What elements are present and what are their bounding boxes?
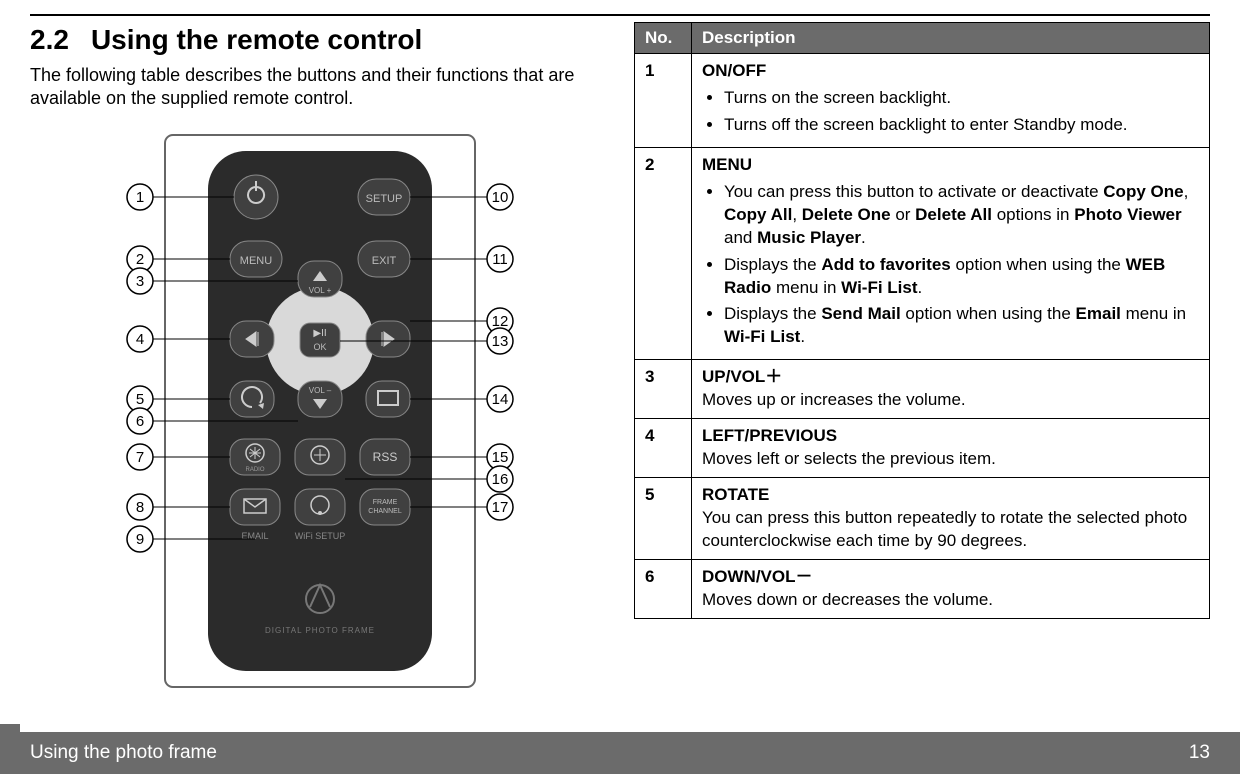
right-column: No. Description 1ON/OFFTurns on the scre…	[634, 22, 1210, 714]
left-column: 2.2 Using the remote control The followin…	[30, 22, 610, 714]
svg-text:2: 2	[136, 251, 144, 268]
description-table: No. Description 1ON/OFFTurns on the scre…	[634, 22, 1210, 619]
svg-text:3: 3	[136, 273, 144, 290]
svg-text:CHANNEL: CHANNEL	[368, 508, 402, 515]
svg-text:17: 17	[492, 499, 509, 516]
remote-figure: SETUP MENU EXIT VOL +	[30, 125, 610, 714]
page-footer: Using the photo frame 13	[0, 732, 1240, 774]
row-no: 3	[635, 360, 692, 419]
svg-text:4: 4	[136, 331, 144, 348]
exit-label: EXIT	[372, 255, 397, 267]
row-desc: DOWN/VOL－Moves down or decreases the vol…	[692, 559, 1210, 618]
wifi-label: WiFi SETUP	[295, 531, 346, 541]
row-no: 6	[635, 559, 692, 618]
row-no: 2	[635, 147, 692, 360]
svg-text:16: 16	[492, 471, 509, 488]
svg-text:11: 11	[492, 251, 508, 268]
rss-label: RSS	[373, 450, 398, 464]
svg-text:14: 14	[492, 391, 509, 408]
section-heading: 2.2 Using the remote control	[30, 24, 610, 56]
row-no: 5	[635, 478, 692, 560]
radio-label: RADIO	[245, 467, 264, 473]
menu-label: MENU	[240, 255, 272, 267]
svg-text:7: 7	[136, 449, 144, 466]
svg-text:10: 10	[492, 189, 509, 206]
content-area: 2.2 Using the remote control The followin…	[30, 22, 1210, 714]
section-number: 2.2	[30, 24, 69, 55]
svg-text:13: 13	[492, 333, 509, 350]
svg-text:8: 8	[136, 499, 144, 516]
row-no: 4	[635, 419, 692, 478]
intro-paragraph: The following table describes the button…	[30, 64, 610, 111]
th-desc: Description	[692, 23, 1210, 54]
section-title: Using the remote control	[91, 24, 422, 55]
volm-label: VOL –	[309, 386, 332, 395]
row-desc: LEFT/PREVIOUSMoves left or selects the p…	[692, 419, 1210, 478]
brand-label: DIGITAL PHOTO FRAME	[265, 626, 375, 635]
svg-text:6: 6	[136, 413, 144, 430]
remote-svg: SETUP MENU EXIT VOL +	[80, 131, 560, 691]
svg-text:FRAME: FRAME	[373, 499, 398, 506]
top-rule	[30, 14, 1210, 16]
svg-text:▶II: ▶II	[313, 328, 326, 339]
ok-label: OK	[313, 342, 326, 352]
row-no: 1	[635, 54, 692, 148]
row-desc: ROTATEYou can press this button repeated…	[692, 478, 1210, 560]
svg-text:15: 15	[492, 449, 509, 466]
svg-text:1: 1	[136, 189, 144, 206]
svg-text:9: 9	[136, 531, 144, 548]
footer-chapter: Using the photo frame	[30, 742, 217, 764]
volp-label: VOL +	[309, 286, 332, 295]
row-desc: UP/VOL＋Moves up or increases the volume.	[692, 360, 1210, 419]
svg-text:5: 5	[136, 391, 144, 408]
footer-page-number: 13	[1189, 742, 1210, 764]
row-desc: ON/OFFTurns on the screen backlight.Turn…	[692, 54, 1210, 148]
th-no: No.	[635, 23, 692, 54]
row-desc: MENUYou can press this button to activat…	[692, 147, 1210, 360]
setup-label: SETUP	[366, 193, 403, 205]
